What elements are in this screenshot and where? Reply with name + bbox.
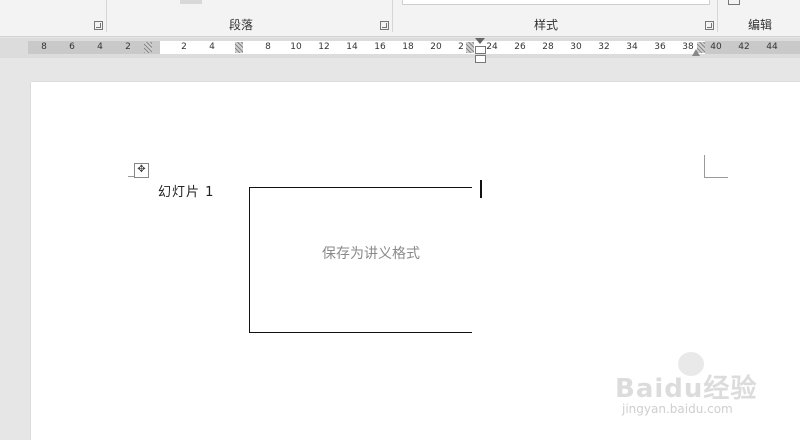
ribbon-separator xyxy=(106,0,107,32)
ruler-column-hatch xyxy=(466,42,474,53)
margin-corner-mark xyxy=(704,177,728,178)
styles-dialog-launcher-icon[interactable] xyxy=(705,21,714,30)
ruler-tick: 18 xyxy=(402,42,414,52)
watermark-url: jingyan.baidu.com xyxy=(622,402,733,416)
ribbon: 段落 样式 编辑 xyxy=(0,0,800,37)
text-cursor xyxy=(480,180,482,198)
ruler-tick: 34 xyxy=(626,42,638,52)
slide-label: 幻灯片 1 xyxy=(158,185,215,200)
ruler-tick: 8 xyxy=(265,42,271,52)
ruler-tick: 4 xyxy=(209,42,215,52)
ruler-tick: 44 xyxy=(766,42,778,52)
ruler-tick: 40 xyxy=(710,42,722,52)
slide-text: 保存为讲义格式 xyxy=(322,246,420,262)
ribbon-separator xyxy=(717,0,718,32)
ruler-tick: 8 xyxy=(41,42,47,52)
ruler-tick: 36 xyxy=(654,42,666,52)
right-indent-marker[interactable] xyxy=(692,49,700,56)
ruler-tick: 16 xyxy=(374,42,386,52)
select-icon[interactable] xyxy=(728,0,740,5)
watermark-logo: Baidu经验 xyxy=(615,374,758,404)
ruler-tick: 20 xyxy=(430,42,442,52)
ruler-tick: 12 xyxy=(318,42,330,52)
ruler-tick: 4 xyxy=(97,42,103,52)
styles-group-label: 样式 xyxy=(534,18,559,32)
styles-gallery[interactable] xyxy=(402,0,710,5)
hanging-indent-marker[interactable] xyxy=(475,46,486,54)
ruler-tick: 2 xyxy=(181,42,187,52)
ruler-tick: 24 xyxy=(486,42,498,52)
ruler-tick: 6 xyxy=(69,42,75,52)
first-line-indent-marker[interactable] xyxy=(475,38,485,44)
ruler-tick: 42 xyxy=(738,42,750,52)
ruler-indent-hatch xyxy=(144,42,152,53)
ruler-tick: 32 xyxy=(598,42,610,52)
paragraph-group-label: 段落 xyxy=(229,18,254,32)
ruler-margin-left xyxy=(28,41,160,54)
ruler-column-hatch xyxy=(235,42,243,53)
ruler-tick: 2 xyxy=(458,42,464,52)
margin-corner-mark xyxy=(704,155,705,177)
ruler-tick: 30 xyxy=(570,42,582,52)
paragraph-control-stub[interactable] xyxy=(180,0,202,4)
ribbon-separator xyxy=(392,0,393,32)
paragraph-dialog-launcher-icon[interactable] xyxy=(380,21,389,30)
ruler-tick: 2 xyxy=(125,42,131,52)
ruler-tick: 26 xyxy=(514,42,526,52)
font-dialog-launcher-icon[interactable] xyxy=(94,21,103,30)
table-move-handle-icon[interactable]: ✥ xyxy=(134,163,149,178)
editing-group-label: 编辑 xyxy=(748,18,773,32)
ruler-tick: 14 xyxy=(346,42,358,52)
ruler-tick: 10 xyxy=(290,42,302,52)
ruler-tick: 28 xyxy=(542,42,554,52)
left-indent-marker[interactable] xyxy=(475,55,486,63)
